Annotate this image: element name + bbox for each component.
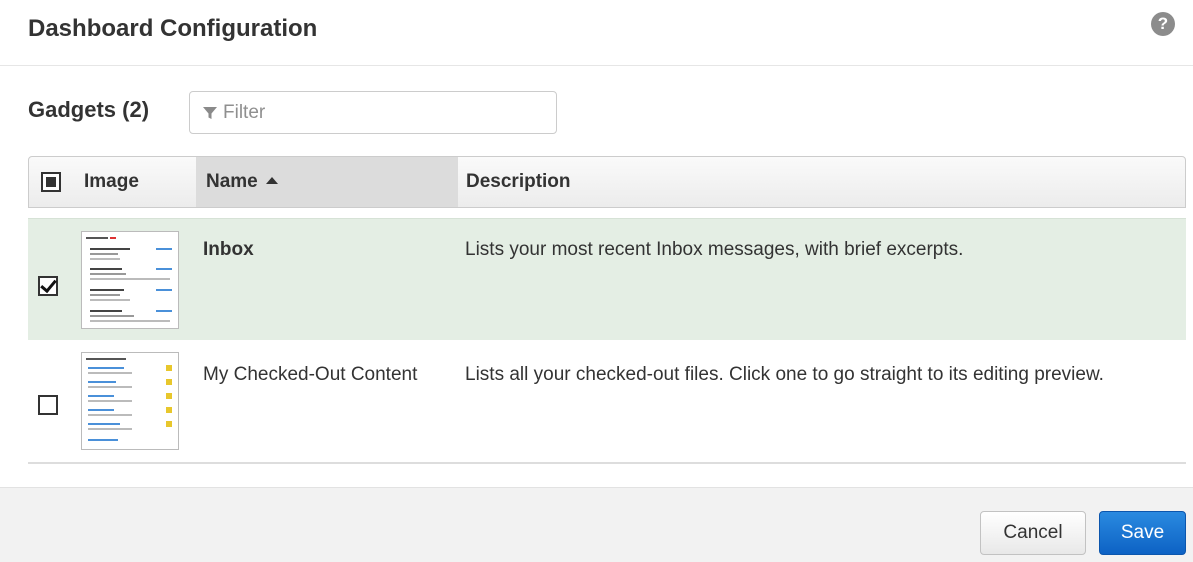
save-button[interactable]: Save [1099,511,1186,555]
row-checkbox-inbox[interactable] [38,276,58,296]
filter-field[interactable] [189,91,557,134]
column-header-name[interactable]: Name [196,157,458,207]
column-header-description[interactable]: Description [466,157,571,207]
table-bottom-divider [28,462,1186,464]
row-checkbox-checked-out-content[interactable] [38,395,58,415]
gadget-name: Inbox [203,239,254,260]
cancel-button[interactable]: Cancel [980,511,1086,555]
table-header: Image Name Description [28,156,1186,208]
gadget-name: My Checked-Out Content [203,364,418,385]
dialog-title: Dashboard Configuration [28,15,318,42]
gadgets-heading: Gadgets (2) [28,97,150,122]
table-row[interactable]: Inbox Lists your most recent Inbox messa… [28,218,1186,340]
gadget-description: Lists your most recent Inbox messages, w… [465,239,964,260]
sort-ascending-icon [265,177,278,184]
dialog-footer: Cancel Save [0,487,1193,562]
funnel-icon [203,107,217,119]
gadget-description: Lists all your checked-out files. Click … [465,364,1104,385]
dialog-header: Dashboard Configuration ? [0,0,1193,66]
filter-input[interactable] [223,98,543,128]
gadgets-table: Image Name Description Inbox Lists your … [28,156,1186,464]
table-row[interactable]: My Checked-Out Content Lists all your ch… [28,342,1186,462]
question-circle-icon[interactable]: ? [1151,12,1175,36]
select-all-checkbox[interactable] [41,172,61,192]
column-header-name-label: Name [206,171,258,192]
dashboard-configuration-dialog: Dashboard Configuration ? Gadgets (2) Im… [0,0,1193,562]
inbox-gadget-thumbnail [81,231,179,329]
checked-out-content-gadget-thumbnail [81,352,179,450]
column-header-image[interactable]: Image [84,157,139,207]
